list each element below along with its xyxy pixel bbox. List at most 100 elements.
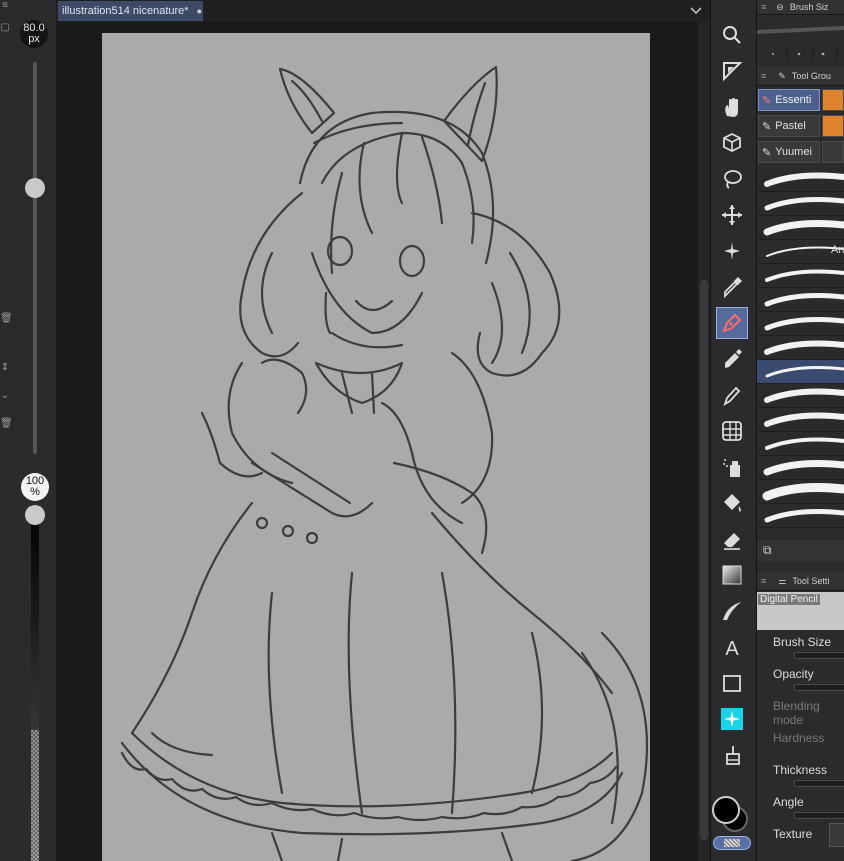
tool-group-essenti[interactable]: ✎ Essenti bbox=[758, 89, 820, 111]
fill-spray-icon bbox=[726, 746, 740, 765]
brush-stroke-item[interactable] bbox=[757, 480, 844, 504]
setting-thickness[interactable]: Thickness bbox=[757, 761, 844, 793]
tool-group-side-button[interactable] bbox=[822, 89, 844, 111]
tool-gradient[interactable] bbox=[716, 559, 748, 591]
layer-icon[interactable]: ▢ bbox=[0, 22, 10, 33]
move-arrows-icon bbox=[722, 205, 742, 225]
brush-stroke-preview bbox=[765, 437, 844, 450]
tool-airbrush[interactable] bbox=[716, 451, 748, 483]
trash-icon[interactable]: 🗑 bbox=[0, 313, 13, 324]
brush-stroke-preview bbox=[764, 197, 844, 211]
tool-fill[interactable] bbox=[716, 487, 748, 519]
brush-size-panel-header[interactable]: ≡ ⊖ Brush Siz bbox=[757, 0, 844, 15]
tool-group-panel-header[interactable]: ≡ ✎ Tool Grou bbox=[757, 67, 844, 86]
tool-lasso[interactable] bbox=[716, 163, 748, 195]
marker-icon bbox=[725, 349, 742, 368]
tool-figure[interactable] bbox=[716, 667, 748, 699]
tool-eraser[interactable] bbox=[716, 523, 748, 555]
close-dot-icon[interactable]: ● bbox=[197, 6, 202, 16]
brush-stroke-preview bbox=[765, 269, 844, 282]
brush-stroke-item[interactable] bbox=[757, 168, 844, 192]
pen-icon bbox=[722, 313, 742, 333]
brush-stroke-item[interactable] bbox=[757, 408, 844, 432]
document-tab[interactable]: illustration514 nicenature* ● bbox=[58, 1, 203, 21]
color-swatches[interactable] bbox=[712, 796, 748, 832]
tool-text[interactable]: A bbox=[716, 631, 748, 663]
chevron-down-icon[interactable]: ⌄ bbox=[0, 390, 10, 401]
menu-icon[interactable]: ≡ bbox=[761, 2, 766, 12]
menu-icon[interactable]: ≡ bbox=[761, 71, 766, 81]
gradient-icon bbox=[722, 565, 742, 585]
trash-icon[interactable]: 🗑 bbox=[0, 418, 13, 429]
brush-size-panel-icon: ⊖ bbox=[776, 1, 784, 12]
tool-brush[interactable] bbox=[716, 379, 748, 411]
menu-icon[interactable]: ≡ bbox=[761, 576, 766, 586]
tool-pencil[interactable] bbox=[716, 343, 748, 375]
tool-eyedropper[interactable] bbox=[716, 271, 748, 303]
tool-spray-fill[interactable] bbox=[716, 739, 748, 771]
setting-slider[interactable] bbox=[794, 652, 844, 659]
brush-size-slider-handle[interactable] bbox=[25, 178, 45, 198]
tool-zoom[interactable] bbox=[716, 19, 748, 51]
brush-stroke-item[interactable]: An bbox=[757, 240, 844, 264]
blend-icon bbox=[723, 602, 741, 620]
setting-blending-mode: Blending mode bbox=[757, 697, 844, 729]
tool-operation[interactable] bbox=[716, 55, 748, 87]
tool-auto-select[interactable] bbox=[716, 235, 748, 267]
tool-group-side-button[interactable] bbox=[822, 115, 844, 137]
brush-size-slider[interactable] bbox=[33, 62, 37, 454]
grid-icon bbox=[722, 421, 742, 441]
brush-stroke-item[interactable] bbox=[757, 192, 844, 216]
tool-group-yuumei[interactable]: ✎ Yuumei bbox=[758, 141, 820, 163]
menu-icon[interactable]: ≡ bbox=[0, 0, 10, 11]
opacity-slider-handle[interactable] bbox=[25, 505, 45, 525]
tool-pen[interactable] bbox=[716, 307, 748, 339]
preview-tool-name: Digital Pencil bbox=[758, 594, 820, 605]
brush-size-unit: px bbox=[28, 33, 40, 45]
brush-stroke-item[interactable] bbox=[757, 504, 844, 528]
setting-label: Texture bbox=[773, 827, 813, 841]
brush-size-presets[interactable] bbox=[756, 20, 844, 60]
brush-stroke-item[interactable] bbox=[757, 360, 844, 384]
brush-stroke-item[interactable] bbox=[757, 336, 844, 360]
brush-stroke-item[interactable] bbox=[757, 264, 844, 288]
hand-icon bbox=[725, 98, 738, 117]
svg-text:A: A bbox=[725, 638, 739, 658]
brush-stroke-item[interactable] bbox=[757, 288, 844, 312]
stepper-icon[interactable]: ⇕ bbox=[0, 362, 10, 373]
text-icon: A bbox=[725, 638, 739, 658]
brush-preview: Digital Pencil bbox=[757, 592, 844, 630]
setting-slider[interactable] bbox=[794, 780, 844, 787]
copy-tool-icon[interactable]: ⧉ bbox=[763, 543, 772, 558]
tool-group-pastel[interactable]: ✎ Pastel bbox=[758, 115, 820, 137]
transparent-color-toggle[interactable] bbox=[713, 836, 751, 850]
setting-brush-size[interactable]: Brush Size bbox=[757, 633, 844, 665]
chevron-down-icon[interactable] bbox=[688, 2, 704, 20]
setting-angle[interactable]: Angle bbox=[757, 793, 844, 825]
main-color-swatch[interactable] bbox=[712, 796, 740, 824]
vertical-scrollbar-thumb[interactable] bbox=[700, 280, 708, 840]
tool-move[interactable] bbox=[716, 91, 748, 123]
left-edge-strip: ≡ ▢ 🗑 ⇕ ⌄ 🗑 bbox=[0, 0, 15, 861]
brush-stroke-item[interactable] bbox=[757, 216, 844, 240]
tool-cyan-sparkle[interactable] bbox=[716, 703, 748, 735]
tool-blend[interactable] bbox=[716, 595, 748, 627]
setting-texture[interactable]: Texture bbox=[757, 823, 844, 857]
spray-icon bbox=[723, 459, 740, 477]
tool-settings-panel-header[interactable]: ≡ ⚌ Tool Setti bbox=[757, 572, 844, 591]
tool-decoration[interactable] bbox=[716, 415, 748, 447]
tool-move-layer[interactable] bbox=[716, 199, 748, 231]
brush-stroke-item[interactable] bbox=[757, 432, 844, 456]
setting-opacity[interactable]: Opacity bbox=[757, 665, 844, 697]
brush-stroke-preview bbox=[762, 483, 844, 501]
texture-picker[interactable] bbox=[829, 823, 844, 847]
setting-slider[interactable] bbox=[794, 812, 844, 819]
brush-stroke-item[interactable] bbox=[757, 312, 844, 336]
tool-group-side-button[interactable] bbox=[822, 141, 844, 163]
setting-slider[interactable] bbox=[794, 684, 844, 691]
tool-3d-camera[interactable] bbox=[716, 127, 748, 159]
drawing-canvas[interactable] bbox=[102, 33, 650, 861]
brush-stroke-item[interactable] bbox=[757, 384, 844, 408]
setting-label: Blending mode bbox=[773, 699, 820, 727]
brush-stroke-item[interactable] bbox=[757, 456, 844, 480]
